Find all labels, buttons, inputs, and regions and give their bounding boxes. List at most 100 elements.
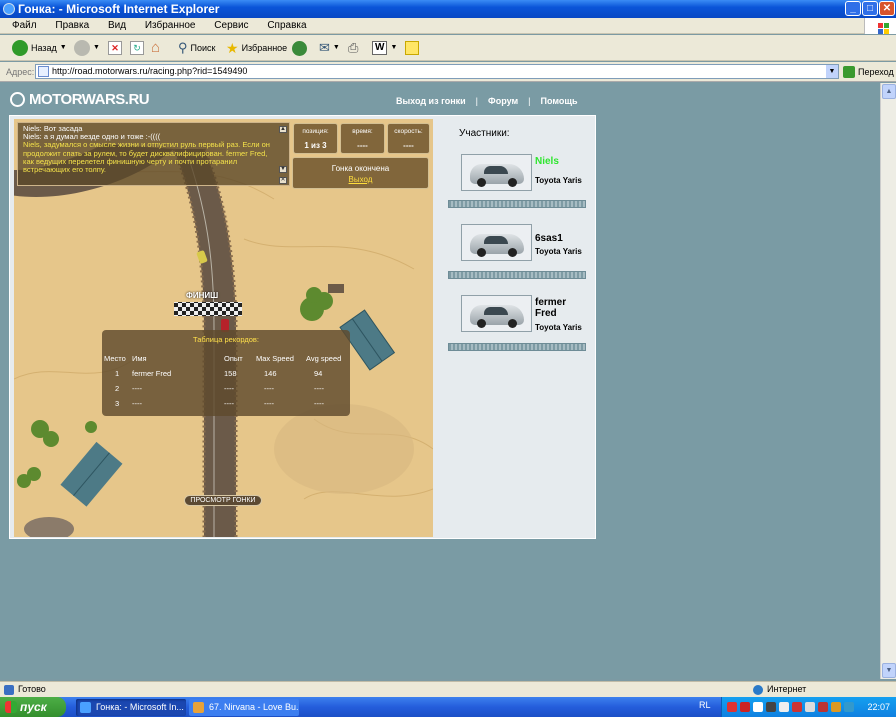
window-title-bar: Гонка: - Microsoft Internet Explorer _ □… [0,0,896,18]
logo-icon [10,92,25,107]
exit-link[interactable]: Выход [293,175,428,184]
participant-name: Niels [535,156,559,167]
participant-car-model: Toyota Yaris [535,247,582,256]
tray-icons[interactable] [727,702,737,712]
chat-scroll-up-icon[interactable]: ▲ [279,126,287,133]
task-label: 67. Nirvana - Love Bu... [209,702,299,712]
cell-place: 1 [115,369,120,378]
favorites-button[interactable]: ★ Избранное [226,38,287,58]
menu-bar: Файл Правка Вид Избранное Сервис Справка [0,18,896,34]
forward-button[interactable]: ▼ [74,38,100,58]
forward-arrow-icon [74,40,90,56]
participant-card[interactable]: Niels Toyota Yaris [448,154,586,212]
view-replay-button[interactable]: ПРОСМОТР ГОНКИ [184,495,262,506]
col-place: Место [104,354,126,363]
participants-label: Участники: [459,128,510,139]
refresh-icon: ↻ [130,41,144,55]
vertical-scrollbar[interactable]: ▲ ▼ [880,83,896,679]
scroll-up-icon[interactable]: ▲ [882,84,896,99]
status-text: Готово [18,684,46,694]
print-button[interactable]: ⎙ [348,38,358,58]
menu-help[interactable]: Справка [267,20,306,31]
taskbar-item-ie[interactable]: Гонка: - Microsoft In... [76,699,186,716]
site-logo-text: MOTORWARS.RU [29,91,150,108]
table-row: 2 ---- ---- ---- ---- [104,381,346,396]
address-input[interactable]: http://road.motorwars.ru/racing.php?rid=… [35,64,839,79]
race-track-view[interactable]: ФИНИШ Niels: Вот засада Niels: а я думал… [14,119,433,537]
cell-name: ---- [132,384,142,393]
home-button[interactable]: ⌂ [151,38,160,58]
language-indicator[interactable]: RL [699,700,711,710]
page-status-icon [4,685,14,695]
notes-button[interactable] [405,38,419,58]
favorites-label: Избранное [241,43,288,53]
menu-favorites[interactable]: Избранное [145,20,196,31]
status-bar: Готово Интернет [0,681,896,697]
back-button[interactable]: Назад ▼ [12,38,67,58]
go-arrow-icon [843,66,855,78]
stop-icon: ✕ [108,41,122,55]
speed-label: скорость: [394,128,423,135]
player-icon [193,702,204,713]
cell-name: fermer Fred [132,369,172,378]
race-status-text: Гонка окончена [331,164,390,173]
nav-exit-race[interactable]: Выход из гонки [396,96,466,106]
nav-forum[interactable]: Форум [488,96,518,106]
col-max-speed: Max Speed [256,354,294,363]
menu-tools[interactable]: Сервис [214,20,248,31]
participant-name: fermer Fred [535,297,567,319]
participant-car-model: Toyota Yaris [535,176,582,185]
page-content: MOTORWARS.RU Выход из гонки | Форум | Помо… [0,83,880,679]
cell-max-speed: ---- [264,384,274,393]
search-button[interactable]: ⚲ Поиск [178,38,215,58]
stop-button[interactable]: ✕ [108,38,122,58]
cell-avg-speed: ---- [314,399,324,408]
mail-button[interactable]: ✉ ▼ [319,38,340,58]
back-label: Назад [31,43,57,53]
cell-place: 3 [115,399,120,408]
ie-icon [3,3,15,15]
cell-place: 2 [115,384,120,393]
go-button[interactable]: Переход [843,65,894,79]
site-logo[interactable]: MOTORWARS.RU [10,91,150,108]
ie-icon [80,702,91,713]
menu-file[interactable]: Файл [12,20,37,31]
time-label: время: [352,128,373,135]
maximize-button[interactable]: □ [862,1,878,16]
word-icon: W [372,41,388,55]
word-button[interactable]: W ▼ [372,38,397,58]
participant-divider [448,200,586,208]
back-arrow-icon [12,40,28,56]
minimize-button[interactable]: _ [845,1,861,16]
refresh-button[interactable]: ↻ [130,38,144,58]
search-icon: ⚲ [178,40,188,55]
scroll-down-icon[interactable]: ▼ [882,663,896,678]
address-dropdown-icon[interactable]: ▼ [826,65,838,78]
nav-help[interactable]: Помощь [540,96,577,106]
participant-divider [448,271,586,279]
table-row: 3 ---- ---- ---- ---- [104,396,346,411]
start-button[interactable]: пуск [0,697,66,717]
history-button[interactable] [292,38,307,58]
chat-close-icon[interactable]: ✕ [279,177,287,184]
windows-logo-icon [864,18,896,34]
cell-exp: 158 [224,369,237,378]
col-name: Имя [132,354,147,363]
taskbar-item-player[interactable]: 67. Nirvana - Love Bu... [189,699,299,716]
participant-card[interactable]: fermer Fred Toyota Yaris [448,295,586,353]
chat-scroll-down-icon[interactable]: ▼ [279,166,287,173]
close-button[interactable]: ✕ [879,1,895,16]
chat-system-message: Niels, задумался о смысле жизни и отпуст… [23,140,270,175]
globe-icon [753,685,763,695]
security-zone: Интернет [767,684,807,694]
position-value: 1 из 3 [304,141,327,150]
address-label: Адрес: [6,67,35,77]
go-label: Переход [858,67,894,77]
menu-edit[interactable]: Правка [55,20,89,31]
time-value: ---- [357,141,368,150]
toolbar: Назад ▼ ▼ ✕ ↻ ⌂ ⚲ Поиск ★ Избранное ✉ ▼ ⎙ W ▼ [0,35,896,61]
note-icon [405,41,419,55]
participant-card[interactable]: 6sas1 Toyota Yaris [448,224,586,282]
menu-view[interactable]: Вид [108,20,126,31]
time-panel: время: ---- [340,123,385,154]
